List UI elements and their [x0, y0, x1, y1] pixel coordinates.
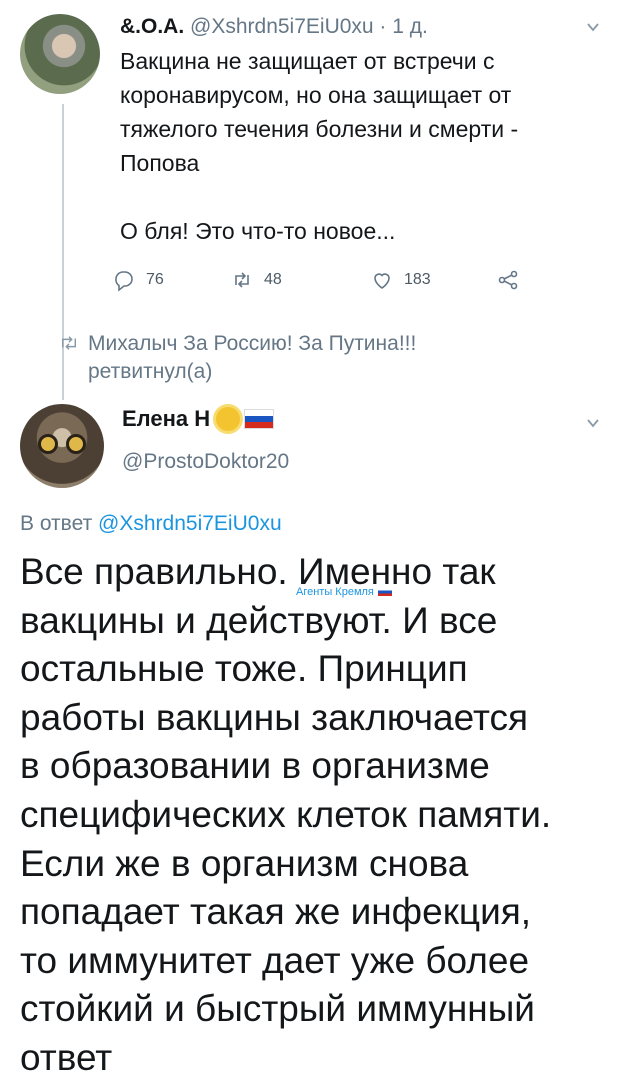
tweet-header: &.O.A. @Xshrdn5i7EiU0xu · 1 д. [120, 14, 428, 40]
tweet-comment: О бля! Это что-то новое... [120, 218, 396, 244]
author-name-row: Елена Н [122, 406, 275, 432]
owl-eye [66, 434, 86, 454]
tweet-text: Вакцина не защищает от встречи с коронав… [120, 44, 600, 248]
tweet-line: Если же в организм снова [20, 842, 469, 884]
retweet-icon [61, 336, 77, 350]
tweet-line: в образовании в организме [20, 745, 490, 787]
tweet-line: попадает такая же инфекция, [20, 891, 532, 933]
chevron-down-icon[interactable] [586, 20, 600, 34]
tweet-line: специфических клеток памяти. [20, 793, 552, 835]
watermark-text: Агенты Кремля [296, 586, 374, 598]
author-name[interactable]: &.O.A. [120, 15, 184, 38]
russia-flag-icon [377, 588, 392, 596]
tweet-line: вакцины и действуют. И все [20, 599, 498, 641]
reply-button[interactable]: 76 [112, 264, 164, 296]
like-count: 183 [404, 271, 431, 288]
tweet-line: остальные тоже. Принцип [20, 648, 468, 690]
author-handle[interactable]: @Xshrdn5i7EiU0xu [190, 15, 374, 38]
retweet-label: ретвитнул(а) [88, 360, 213, 383]
avatar[interactable] [20, 404, 104, 488]
retweeter-name[interactable]: Михалыч За Россию! За Путина!!! [88, 330, 528, 358]
retweet-note: Михалыч За Россию! За Путина!!! ретвитну… [61, 330, 528, 386]
reply-count: 76 [146, 271, 164, 288]
tweet-line: ответ [20, 1036, 113, 1078]
tweet-actions: 76 48 183 [112, 264, 532, 296]
tweet-line: работы вакцины заключается [20, 696, 529, 738]
tweet-line: то иммунитет дает уже более [20, 939, 530, 981]
share-button[interactable] [496, 264, 520, 296]
tweet-line: коронавирусом, но она защищает от [120, 82, 512, 108]
heart-icon [374, 273, 390, 289]
tweet-line: Попова [120, 150, 200, 176]
watermark: Агенты Кремля [296, 586, 392, 598]
reply-context: В ответ @Xshrdn5i7EiU0xu [20, 512, 282, 536]
tweet-time[interactable]: 1 д. [392, 15, 428, 38]
chevron-down-icon[interactable] [586, 416, 600, 430]
tweet-line: стойкий и быстрый иммунный [20, 988, 535, 1030]
author-handle[interactable]: @ProstoDoktor20 [122, 450, 289, 474]
thread-line [62, 104, 64, 400]
share-icon [498, 270, 518, 290]
owl-eye [38, 434, 58, 454]
avatar[interactable] [20, 14, 100, 94]
reply-icon [115, 271, 133, 292]
retweet-count: 48 [264, 271, 282, 288]
tweet-line: Вакцина не защищает от встречи с [120, 48, 495, 74]
tweet-text: Все правильно. Именно так вакцины и дейс… [20, 548, 616, 1083]
russia-flag-icon [244, 409, 275, 429]
author-name[interactable]: Елена Н [122, 406, 210, 432]
tweet-line: тяжелого течения болезни и смерти - [120, 116, 519, 142]
retweet-button[interactable]: 48 [230, 264, 282, 296]
sun-emoji-icon [216, 407, 241, 431]
like-button[interactable]: 183 [370, 264, 431, 296]
separator: · [373, 15, 393, 38]
reply-prefix: В ответ [20, 512, 99, 535]
retweet-icon [235, 272, 249, 288]
reply-to-link[interactable]: @Xshrdn5i7EiU0xu [98, 512, 282, 535]
